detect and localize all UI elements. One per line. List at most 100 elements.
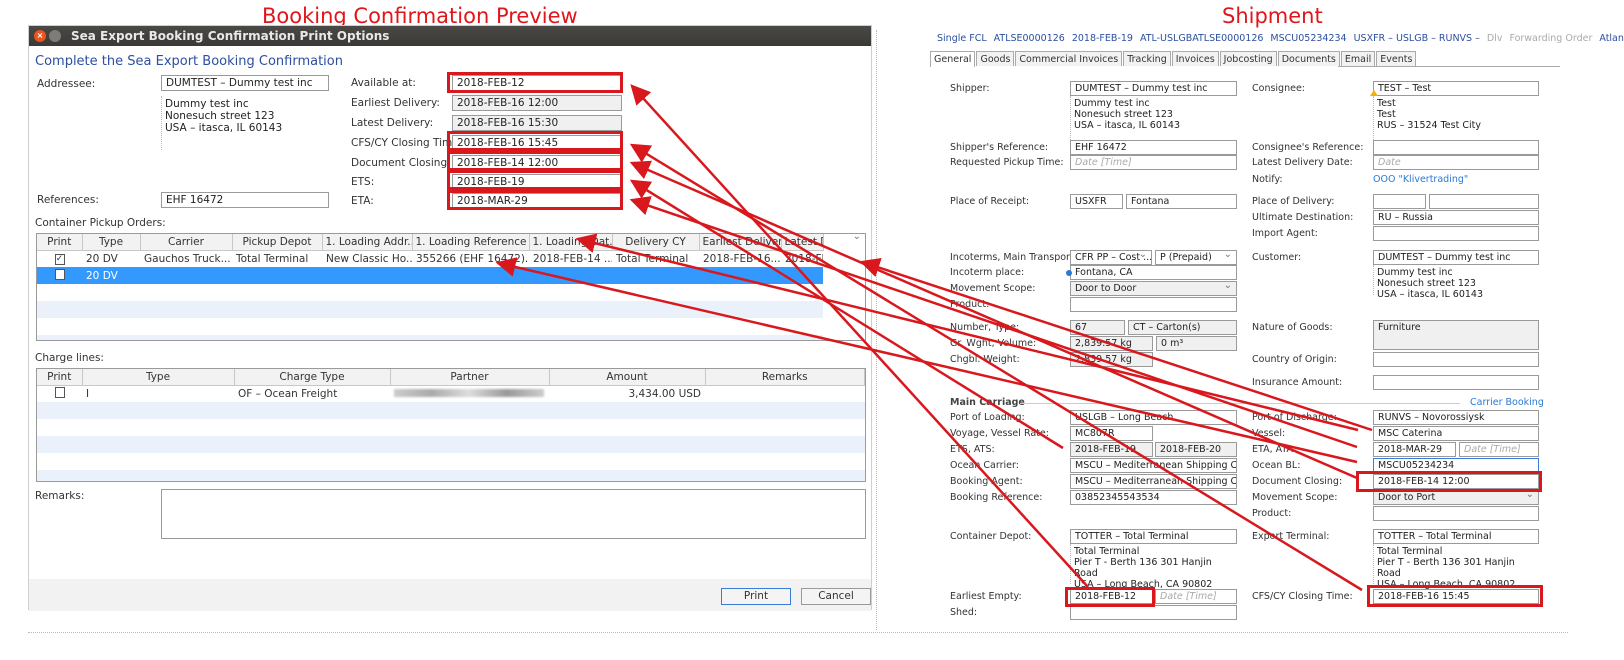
consignee-ref-input[interactable] bbox=[1373, 140, 1539, 155]
column-header[interactable]: Print bbox=[37, 234, 83, 251]
column-header[interactable]: Type bbox=[82, 234, 141, 251]
table-row[interactable] bbox=[37, 402, 865, 419]
tab-tracking[interactable]: Tracking bbox=[1123, 51, 1171, 66]
latest-delivery-input[interactable]: Date bbox=[1373, 155, 1539, 170]
eta-ata-input[interactable]: 2018-MAR-29 bbox=[1373, 442, 1456, 457]
print-button[interactable]: Print bbox=[721, 588, 791, 605]
tab-email[interactable]: Email bbox=[1340, 51, 1376, 66]
tab-general[interactable]: General bbox=[930, 51, 976, 67]
column-header[interactable]: Carrier bbox=[140, 234, 233, 251]
column-header[interactable]: Partner bbox=[390, 369, 550, 386]
booking-ref-input[interactable]: 03852345543534 bbox=[1070, 490, 1237, 505]
shipper-ref-input[interactable]: EHF 16472 bbox=[1070, 140, 1237, 155]
incoterms-select[interactable]: P (Prepaid) bbox=[1155, 250, 1237, 265]
column-header[interactable]: Pickup Depot bbox=[232, 234, 323, 251]
date-input[interactable]: 2018-FEB-16 15:30 bbox=[452, 115, 622, 131]
table-row[interactable] bbox=[37, 301, 865, 318]
cell-text: Total Terminal bbox=[236, 252, 309, 265]
table-row[interactable] bbox=[37, 318, 865, 335]
place-delivery-input[interactable] bbox=[1373, 194, 1426, 209]
ocean-carrier-input[interactable]: MSCU – Mediterranean Shipping Corp bbox=[1070, 458, 1237, 473]
port-discharge-input[interactable]: RUNVS – Novorossiysk bbox=[1373, 410, 1539, 425]
consignee-input[interactable]: TEST – Test bbox=[1373, 81, 1539, 96]
eta-ata-input[interactable]: Date [Time] bbox=[1459, 442, 1539, 457]
tab-invoices[interactable]: Invoices bbox=[1171, 51, 1219, 66]
column-header[interactable]: Amount bbox=[549, 369, 706, 386]
table-row[interactable] bbox=[37, 436, 865, 453]
gr-weight-input[interactable]: 0 m³ bbox=[1156, 336, 1237, 351]
shed-input[interactable] bbox=[1070, 605, 1237, 620]
movement-scope2-select[interactable]: Door to Port bbox=[1373, 490, 1539, 505]
column-header[interactable]: Latest Delivery bbox=[781, 234, 824, 251]
column-header[interactable]: Delivery CY bbox=[612, 234, 700, 251]
table-row[interactable] bbox=[37, 335, 865, 340]
nature-goods-input[interactable]: Furniture bbox=[1373, 320, 1539, 350]
column-header[interactable]: Type bbox=[82, 369, 235, 386]
export-terminal-input[interactable]: TOTTER – Total Terminal bbox=[1373, 529, 1539, 544]
place-delivery-input[interactable] bbox=[1429, 194, 1539, 209]
table-row[interactable] bbox=[37, 419, 865, 436]
minimize-icon[interactable] bbox=[49, 30, 61, 42]
movement-scope-select[interactable]: Door to Door bbox=[1070, 281, 1237, 296]
insurance-input[interactable] bbox=[1373, 375, 1539, 390]
close-icon[interactable]: × bbox=[34, 30, 46, 42]
column-header[interactable]: Print bbox=[37, 369, 83, 386]
column-header[interactable]: 1. Loading Addr... bbox=[322, 234, 413, 251]
incoterms-select[interactable]: CFR PP – Cost ... bbox=[1070, 250, 1152, 265]
print-checkbox[interactable] bbox=[54, 386, 65, 398]
column-header[interactable]: 1. Loading Dat... bbox=[529, 234, 613, 251]
cancel-button[interactable]: Cancel bbox=[801, 588, 871, 605]
table-row[interactable] bbox=[37, 470, 865, 481]
print-checkbox[interactable] bbox=[54, 268, 65, 280]
print-checkbox[interactable]: ✓ bbox=[54, 254, 65, 266]
addressee-address[interactable]: Dummy test inc Nonesuch street 123 USA –… bbox=[161, 96, 329, 150]
notify-link[interactable]: OOO "Klivertrading" bbox=[1373, 174, 1468, 185]
place-receipt-input[interactable]: USXFR bbox=[1070, 194, 1123, 209]
table-row[interactable] bbox=[37, 284, 865, 301]
tab-events[interactable]: Events bbox=[1376, 51, 1417, 66]
number-type-input[interactable]: CT – Carton(s) bbox=[1128, 320, 1237, 335]
chg-weight-input[interactable]: 2,839.57 kg bbox=[1070, 352, 1153, 367]
ets-ats-input[interactable]: 2018-FEB-19 bbox=[1070, 442, 1153, 457]
carrier-booking-link[interactable]: Carrier Booking bbox=[1470, 397, 1544, 408]
customer-address[interactable]: Dummy test inc Nonesuch street 123 USA – i… bbox=[1373, 265, 1539, 300]
column-header[interactable]: Earliest Delivery bbox=[699, 234, 782, 251]
tab-documents[interactable]: Documents bbox=[1277, 51, 1340, 66]
customer-input[interactable]: DUMTEST – Dummy test inc bbox=[1373, 250, 1539, 265]
ultimate-dest-input[interactable]: RU – Russia bbox=[1373, 210, 1539, 225]
number-type-input[interactable]: 67 bbox=[1070, 320, 1125, 335]
references-input[interactable]: EHF 16472 bbox=[161, 192, 329, 208]
incoterm-place-input[interactable]: Fontana, CA bbox=[1070, 265, 1237, 280]
gr-weight-input[interactable]: 2,839.57 kg bbox=[1070, 336, 1153, 351]
product2-input[interactable] bbox=[1373, 506, 1539, 521]
import-agent-input[interactable] bbox=[1373, 226, 1539, 241]
tab-goods[interactable]: Goods bbox=[976, 51, 1015, 66]
voyage-input[interactable]: MC807R bbox=[1070, 426, 1153, 441]
ets-ats-input[interactable]: 2018-FEB-20 bbox=[1155, 442, 1237, 457]
table-row[interactable]: ✓ 20 DV Gauchos Truck... Total Terminal New … bbox=[37, 250, 865, 267]
port-loading-input[interactable]: USLGB – Long Beach bbox=[1070, 410, 1237, 425]
table-row[interactable]: 20 DV bbox=[37, 267, 865, 284]
tab-jobcosting[interactable]: Jobcosting bbox=[1219, 51, 1277, 66]
column-header[interactable]: Remarks bbox=[705, 369, 865, 386]
shipper-input[interactable]: DUMTEST – Dummy test inc bbox=[1070, 81, 1237, 96]
date-input[interactable]: 2018-FEB-16 12:00 bbox=[452, 95, 622, 111]
tab-commercial-invoices[interactable]: Commercial Invoices bbox=[1015, 51, 1123, 66]
column-header[interactable]: Charge Type bbox=[234, 369, 391, 386]
table-row[interactable] bbox=[37, 453, 865, 470]
export-terminal-address[interactable]: Total Terminal Pier T - Berth 136 301 Han… bbox=[1373, 544, 1539, 590]
vessel-input[interactable]: MSC Caterina bbox=[1373, 426, 1539, 441]
earliest-empty-input[interactable]: Date [Time] bbox=[1155, 589, 1237, 604]
product-input[interactable] bbox=[1070, 297, 1237, 312]
remarks-textarea[interactable] bbox=[161, 489, 866, 539]
container-depot-address[interactable]: Total Terminal Pier T - Berth 136 301 Han… bbox=[1070, 544, 1237, 590]
container-depot-input[interactable]: TOTTER – Total Terminal bbox=[1070, 529, 1237, 544]
table-row[interactable]: I OF – Ocean Freight 3,434.00 USD bbox=[37, 385, 865, 402]
place-receipt-input[interactable]: Fontana bbox=[1126, 194, 1237, 209]
booking-agent-input[interactable]: MSCU – Mediterranean Shipping Co Usa bbox=[1070, 474, 1237, 489]
highlight-eta bbox=[447, 190, 623, 210]
country-origin-input[interactable] bbox=[1373, 352, 1539, 367]
column-header[interactable]: 1. Loading Reference bbox=[412, 234, 530, 251]
addressee-input[interactable]: DUMTEST – Dummy test inc bbox=[161, 75, 329, 91]
req-pickup-input[interactable]: Date [Time] bbox=[1070, 155, 1237, 170]
